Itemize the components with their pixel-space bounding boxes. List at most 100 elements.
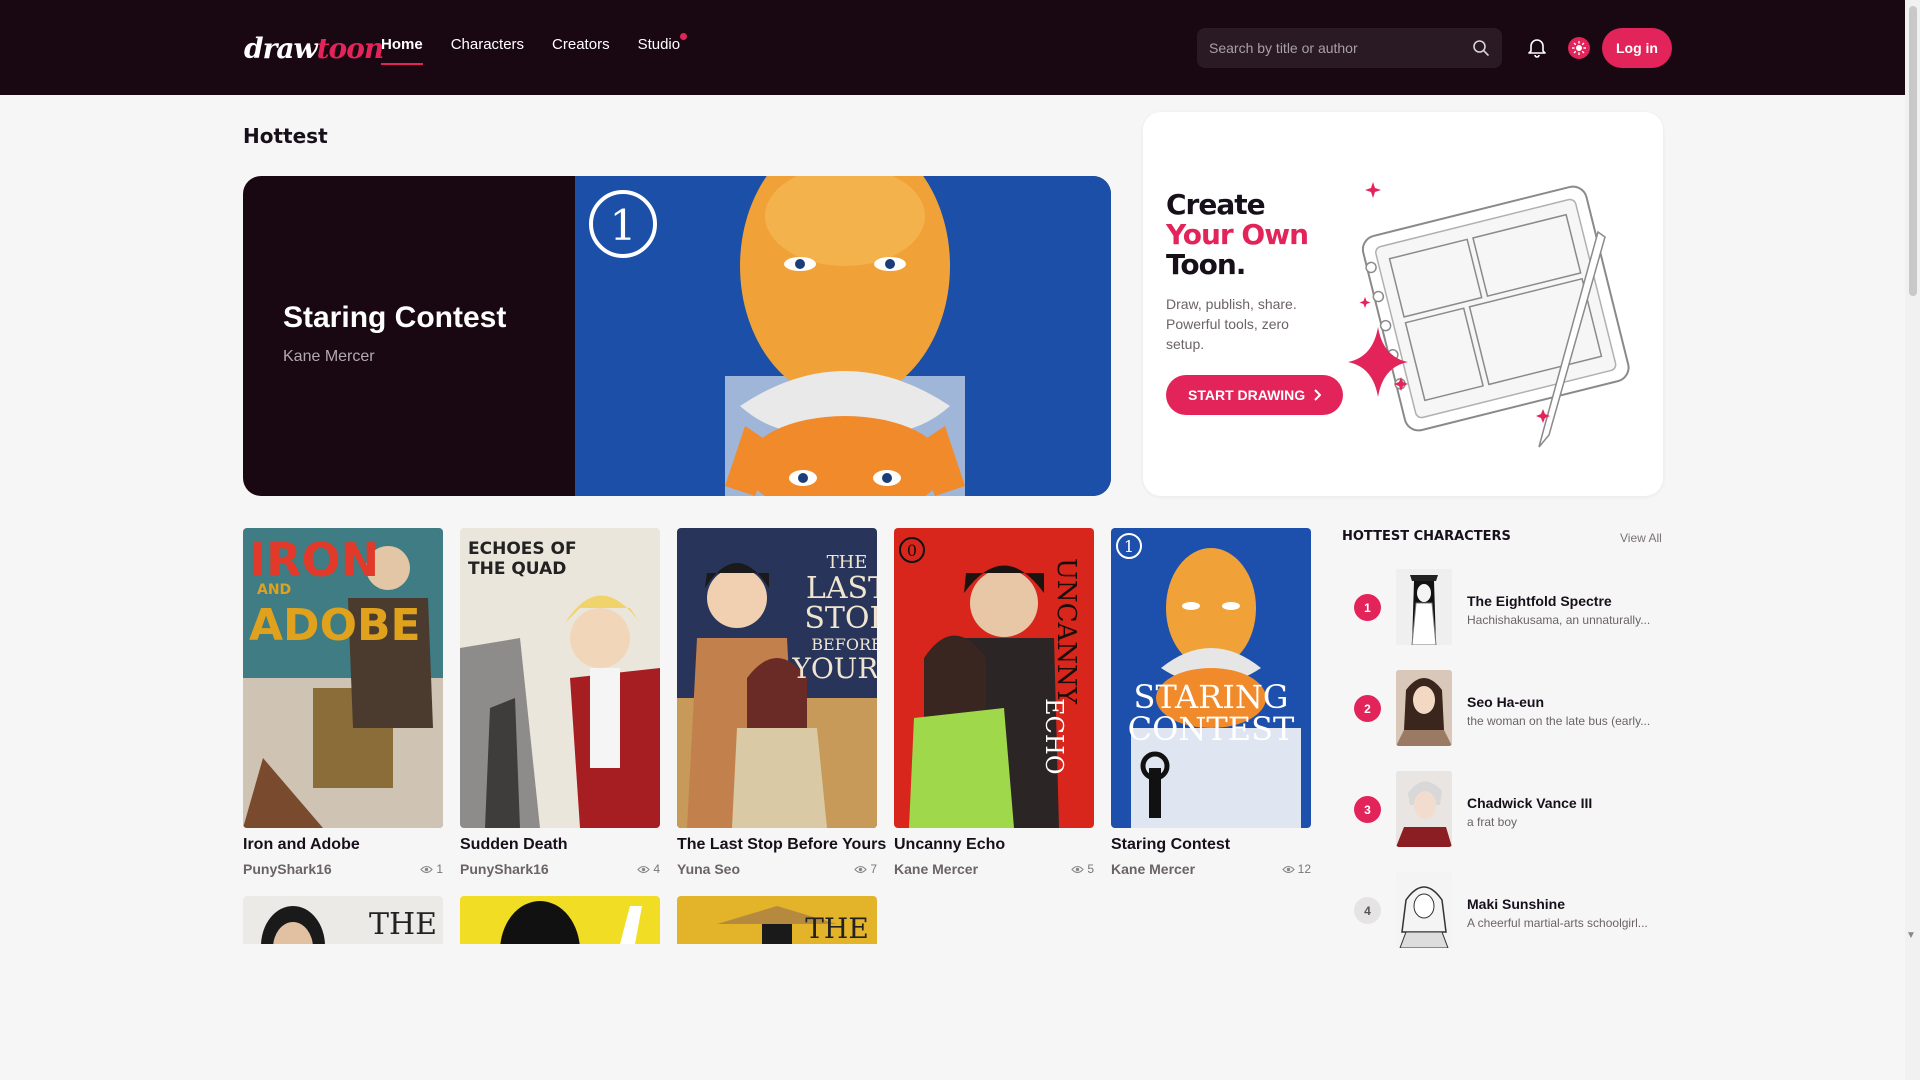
search-icon[interactable] xyxy=(1472,39,1490,57)
character-avatar xyxy=(1396,872,1452,948)
character-name: Maki Sunshine xyxy=(1467,896,1566,912)
top-navigation-bar: drawtoon Home Characters Creators Studio… xyxy=(0,0,1920,95)
view-count-value: 12 xyxy=(1297,862,1311,876)
character-avatar xyxy=(1396,670,1452,746)
cover-title-line: CONTEST xyxy=(1128,710,1295,748)
cover-title-line: IRON xyxy=(249,533,379,587)
promo-line-2: Your Own xyxy=(1166,218,1309,251)
nav-home[interactable]: Home xyxy=(381,36,423,65)
comic-meta: Kane Mercer 5 xyxy=(894,861,1094,877)
character-description: a frat boy xyxy=(1467,815,1518,829)
rank-badge: 2 xyxy=(1354,695,1381,722)
logo-part-toon: toon xyxy=(316,32,385,65)
comic-card[interactable]: 0 UNCANNY ECHO Uncanny Echo Kane Mercer 5 xyxy=(894,528,1094,877)
comic-card[interactable]: 1 STARING CONTEST Staring Contest Kane M… xyxy=(1111,528,1311,877)
featured-author: Kane Mercer xyxy=(283,348,375,365)
comic-cover: 1 STARING CONTEST xyxy=(1111,528,1311,828)
hottest-characters-heading: HOTTEST CHARACTERS xyxy=(1342,529,1511,544)
comic-meta: PunyShark16 4 xyxy=(460,861,660,877)
main-nav: Home Characters Creators Studio xyxy=(381,33,688,65)
character-avatar xyxy=(1396,771,1452,847)
drawtoon-logo[interactable]: drawtoon xyxy=(244,32,385,65)
login-button[interactable]: Log in xyxy=(1602,28,1672,68)
chevron-right-icon xyxy=(1314,389,1322,401)
comic-cover: IRON AND ADOBE xyxy=(243,528,443,828)
character-description: A cheerful martial-arts schoolgirl... xyxy=(1467,916,1648,930)
nav-studio[interactable]: Studio xyxy=(637,33,688,65)
comic-cover: ECHOES OF THE QUAD xyxy=(460,528,660,828)
view-count: 7 xyxy=(854,861,877,877)
character-item[interactable]: 4 Maki Sunshine A cheerful martial-arts … xyxy=(1354,872,1664,948)
cover-title-line: ADOBE xyxy=(249,600,421,651)
comic-author[interactable]: Kane Mercer xyxy=(894,861,978,877)
character-item[interactable]: 1 The Eightfold Spectre Hachishakusama, … xyxy=(1354,569,1664,645)
logo-part-draw: draw xyxy=(244,32,318,65)
view-count-value: 1 xyxy=(436,862,443,876)
scroll-down-arrow-icon[interactable]: ▼ xyxy=(1906,930,1916,941)
view-count-value: 4 xyxy=(653,862,660,876)
new-indicator-dot xyxy=(680,33,688,40)
search-input[interactable] xyxy=(1209,40,1472,56)
comic-author[interactable]: Kane Mercer xyxy=(1111,861,1195,877)
view-count: 5 xyxy=(1071,861,1094,877)
start-drawing-label: START DRAWING xyxy=(1188,387,1306,403)
comic-title: Iron and Adobe xyxy=(243,836,360,853)
character-name: Chadwick Vance III xyxy=(1467,795,1593,811)
comic-title: The Last Stop Before Yours xyxy=(677,836,887,853)
comic-card[interactable]: ECHOES OF THE QUAD Sudden Death PunyShar… xyxy=(460,528,660,877)
comic-cover: THE LAST STOP BEFORE YOURS xyxy=(677,528,877,828)
promo-line-3: Toon. xyxy=(1166,248,1246,281)
cover-title-line: YOURS xyxy=(791,652,877,685)
nav-characters[interactable]: Characters xyxy=(451,36,524,65)
comic-author[interactable]: PunyShark16 xyxy=(243,861,332,877)
svg-text:THE: THE xyxy=(805,912,869,944)
cover-title-line: THE QUAD xyxy=(468,559,566,579)
cover-title-line: ECHOES OF xyxy=(468,539,577,559)
character-description: the woman on the late bus (early... xyxy=(1467,714,1651,728)
comic-card[interactable]: THE LAST STOP BEFORE YOURS The Last Stop… xyxy=(677,528,887,877)
view-count: 12 xyxy=(1281,861,1311,877)
comic-card-partial[interactable]: THE xyxy=(243,896,443,944)
cover-title-line: UNCANNY xyxy=(1051,558,1081,705)
character-name: The Eightfold Spectre xyxy=(1467,593,1612,609)
svg-text:1: 1 xyxy=(610,201,637,250)
comic-meta: Kane Mercer 12 xyxy=(1111,861,1311,877)
promo-description: Draw, publish, share. Powerful tools, ze… xyxy=(1166,296,1297,352)
rank-badge: 1 xyxy=(1354,594,1381,621)
nav-studio-label: Studio xyxy=(637,36,681,53)
featured-title: Staring Contest xyxy=(283,301,507,334)
view-all-link[interactable]: View All xyxy=(1620,531,1662,545)
theme-toggle-button[interactable] xyxy=(1568,37,1590,59)
comic-title: Sudden Death xyxy=(460,836,568,853)
character-item[interactable]: 3 Chadwick Vance III a frat boy xyxy=(1354,771,1664,847)
comic-meta: Yuna Seo 7 xyxy=(677,861,877,877)
view-count-value: 7 xyxy=(870,862,877,876)
svg-text:THE: THE xyxy=(369,907,437,942)
eye-icon xyxy=(1281,865,1295,873)
search-bar xyxy=(1197,28,1502,68)
comic-title: Uncanny Echo xyxy=(894,836,1006,853)
eye-icon xyxy=(1071,865,1085,873)
scrollbar-thumb[interactable] xyxy=(1909,6,1917,296)
comic-card-partial[interactable] xyxy=(460,896,660,944)
nav-creators[interactable]: Creators xyxy=(552,36,610,65)
promo-line-1: Create xyxy=(1166,188,1266,221)
featured-banner[interactable]: Staring Contest Kane Mercer 1 xyxy=(243,176,1111,496)
cover-title-line: THE xyxy=(827,552,868,573)
view-count: 4 xyxy=(637,861,660,877)
character-item[interactable]: 2 Seo Ha-eun the woman on the late bus (… xyxy=(1354,670,1664,746)
cover-title-line: STOP xyxy=(804,601,877,636)
start-drawing-button[interactable]: START DRAWING xyxy=(1166,375,1344,415)
comic-title: Staring Contest xyxy=(1111,836,1231,853)
view-count: 1 xyxy=(420,861,443,877)
sun-icon xyxy=(1572,41,1586,55)
tablet-illustration xyxy=(1348,182,1630,448)
create-toon-promo: Create Your Own Toon. Draw, publish, sha… xyxy=(1143,112,1663,496)
bell-icon[interactable] xyxy=(1526,36,1548,58)
comic-author[interactable]: PunyShark16 xyxy=(460,861,549,877)
svg-text:0: 0 xyxy=(907,541,917,560)
comic-card[interactable]: IRON AND ADOBE Iron and Adobe PunyShark1… xyxy=(243,528,443,877)
comic-card-partial[interactable]: THE xyxy=(677,896,877,944)
character-description: Hachishakusama, an unnaturally... xyxy=(1467,613,1651,627)
comic-author[interactable]: Yuna Seo xyxy=(677,861,740,877)
